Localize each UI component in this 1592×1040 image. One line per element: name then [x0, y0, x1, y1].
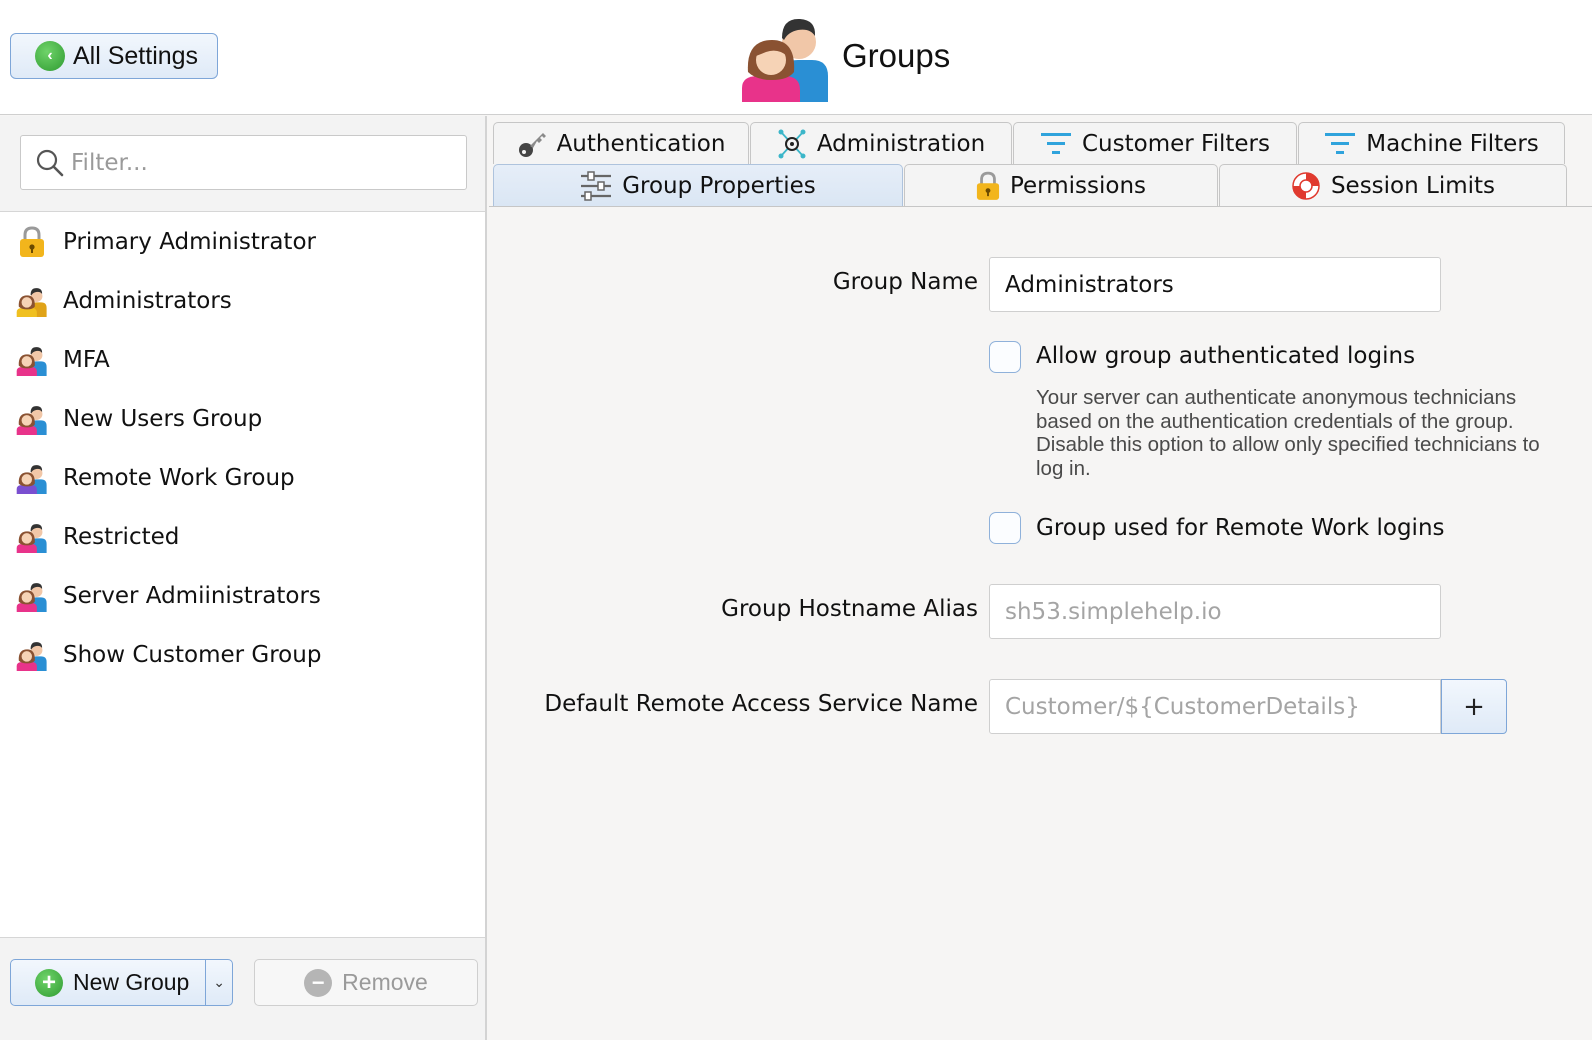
group-list-item-label: MFA — [63, 346, 110, 373]
tab-label: Permissions — [1009, 172, 1147, 199]
group-list-item[interactable]: Remote Work Group — [0, 448, 485, 507]
group-icon-gold — [16, 285, 48, 317]
group-icon — [16, 580, 48, 612]
sidebar-footer: + New Group ⌄ − Remove — [0, 937, 485, 1040]
group-list-item[interactable]: Server Admiinistrators — [0, 566, 485, 625]
header-bar: ‹ All Settings Groups — [0, 0, 1592, 115]
tab-label: Session Limits — [1330, 172, 1496, 199]
tab-label: Administration — [816, 130, 986, 157]
hostname-alias-input[interactable] — [989, 584, 1441, 639]
group-list: Primary Administrator Administrators MFA… — [0, 212, 485, 684]
tab-machine-filters[interactable]: Machine Filters — [1298, 122, 1565, 164]
remove-label: Remove — [342, 969, 428, 995]
group-icon — [16, 344, 48, 376]
remove-circle-icon: − — [304, 968, 333, 997]
group-list-item-label: New Users Group — [63, 405, 263, 432]
tab-label: Authentication — [556, 130, 726, 157]
group-icon — [16, 403, 48, 435]
lock-icon — [16, 225, 48, 258]
key-icon — [517, 129, 547, 159]
group-list-item-label: Administrators — [63, 287, 232, 314]
all-settings-button[interactable]: ‹ All Settings — [10, 33, 218, 79]
group-list-item[interactable]: MFA — [0, 330, 485, 389]
group-list-item-label: Remote Work Group — [63, 464, 295, 491]
allow-group-auth-help: Your server can authenticate anonymous t… — [1036, 386, 1540, 480]
add-circle-icon: + — [35, 968, 63, 997]
new-group-label: New Group — [73, 969, 190, 995]
chevron-down-icon: ⌄ — [213, 974, 225, 990]
tab-administration[interactable]: Administration — [750, 122, 1012, 164]
group-list-item[interactable]: Restricted — [0, 507, 485, 566]
lifebuoy-icon — [1291, 171, 1321, 201]
all-settings-label: All Settings — [73, 41, 199, 70]
default-service-input[interactable] — [989, 679, 1441, 734]
tab-authentication[interactable]: Authentication — [493, 122, 749, 164]
new-group-dropdown-button[interactable]: ⌄ — [205, 960, 232, 1005]
tab-row-top: Authentication Administration Customer F… — [493, 122, 1566, 164]
network-gear-icon — [777, 129, 807, 159]
tab-label: Customer Filters — [1082, 130, 1270, 157]
filter-input[interactable] — [71, 149, 451, 176]
group-icon — [16, 639, 48, 671]
new-group-button[interactable]: + New Group — [11, 960, 205, 1005]
tab-label: Machine Filters — [1366, 130, 1539, 157]
add-variable-button[interactable]: + — [1441, 679, 1507, 734]
filter-area — [0, 116, 485, 212]
group-list-item[interactable]: Primary Administrator — [0, 212, 485, 271]
group-name-input[interactable] — [989, 257, 1441, 312]
sliders-icon — [580, 170, 612, 201]
group-list-item-label: Restricted — [63, 523, 180, 550]
back-arrow-icon: ‹ — [35, 41, 65, 71]
hostname-alias-label: Group Hostname Alias — [721, 596, 978, 622]
groups-sidebar: Primary Administrator Administrators — [0, 116, 487, 1040]
lock-icon — [976, 171, 1000, 201]
remove-group-button[interactable]: − Remove — [254, 959, 478, 1006]
group-list-item-label: Server Admiinistrators — [63, 582, 321, 609]
tab-session-limits[interactable]: Session Limits — [1219, 164, 1567, 206]
tab-label: Group Properties — [622, 172, 816, 199]
page-title: Groups — [842, 37, 951, 74]
group-list-item[interactable]: Administrators — [0, 271, 485, 330]
search-icon — [36, 149, 64, 176]
filter-icon — [1324, 130, 1356, 158]
tab-customer-filters[interactable]: Customer Filters — [1013, 122, 1297, 164]
group-icon — [16, 521, 48, 553]
new-group-split-button: + New Group ⌄ — [10, 959, 233, 1006]
group-list-item[interactable]: New Users Group — [0, 389, 485, 448]
groups-people-icon — [742, 18, 828, 102]
remote-work-checkbox[interactable] — [989, 512, 1021, 544]
tab-divider — [489, 206, 1592, 207]
remote-work-label: Group used for Remote Work logins — [1036, 515, 1445, 541]
allow-group-auth-label: Allow group authenticated logins — [1036, 343, 1416, 369]
tab-permissions[interactable]: Permissions — [904, 164, 1218, 206]
filter-box[interactable] — [20, 135, 467, 190]
allow-group-auth-checkbox[interactable] — [989, 341, 1021, 373]
group-list-item[interactable]: Show Customer Group — [0, 625, 485, 684]
default-service-label: Default Remote Access Service Name — [544, 691, 978, 717]
group-icon-purple — [16, 462, 48, 494]
group-name-label: Group Name — [832, 269, 978, 295]
tab-row-bottom: Group Properties Permissions Session Lim… — [493, 164, 1568, 206]
filter-icon — [1040, 130, 1072, 158]
group-list-item-label: Show Customer Group — [63, 641, 322, 668]
page-title-group: Groups — [740, 10, 950, 102]
tab-group-properties[interactable]: Group Properties — [493, 164, 903, 206]
group-list-item-label: Primary Administrator — [63, 228, 316, 255]
